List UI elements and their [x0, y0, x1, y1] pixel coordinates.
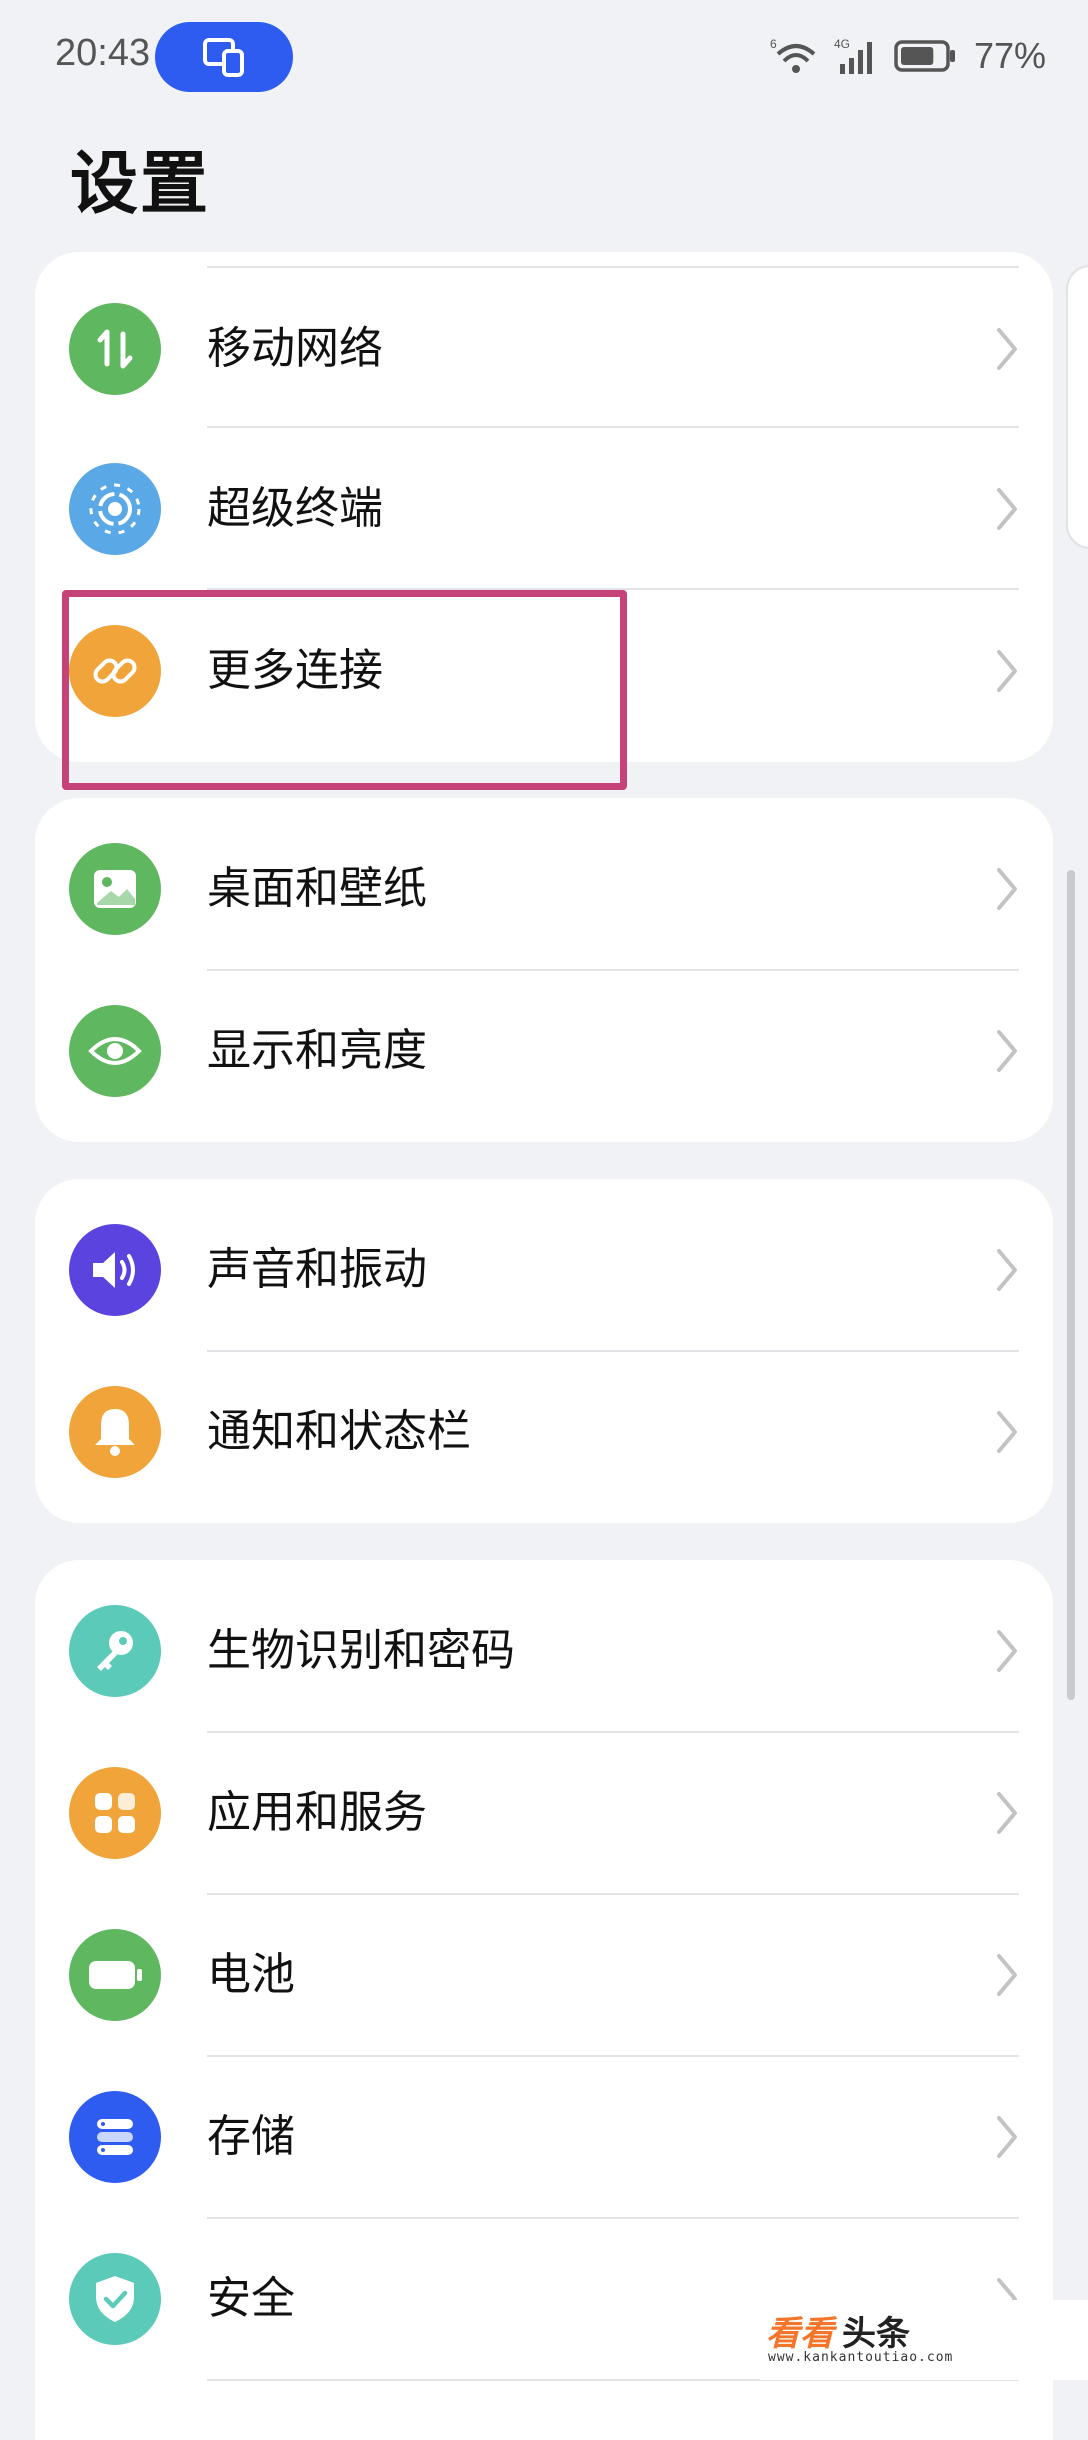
device-collaboration-pill[interactable]: [155, 22, 293, 92]
settings-item-label: 桌面和壁纸: [207, 863, 427, 914]
chevron-right-icon: [997, 868, 1017, 910]
settings-item-biometrics[interactable]: 生物识别和密码: [35, 1570, 1053, 1732]
chevron-right-icon: [997, 1249, 1017, 1291]
chevron-right-icon: [997, 2116, 1017, 2158]
chevron-right-icon: [997, 1954, 1017, 1996]
settings-group-display: 桌面和壁纸 显示和亮度: [35, 798, 1053, 1142]
settings-item-battery[interactable]: 电池: [35, 1894, 1053, 2056]
settings-item-sound-vibration[interactable]: 声音和振动: [35, 1189, 1053, 1351]
chevron-right-icon: [997, 328, 1017, 370]
wifi-badge: 6: [770, 37, 777, 51]
watermark-url: www.kankantoutiao.com: [768, 2350, 954, 2365]
highlight-annotation-box: [62, 590, 627, 790]
settings-item-notifications[interactable]: 通知和状态栏: [35, 1351, 1053, 1513]
side-panel-peek[interactable]: [1066, 265, 1088, 549]
network-type: 4G: [834, 37, 850, 51]
status-icons: 6 4G 77%: [770, 34, 1046, 78]
watermark-brand-part1: 看看: [766, 2314, 834, 2354]
wallpaper-icon: [69, 843, 161, 935]
settings-item-label: 声音和振动: [207, 1244, 427, 1295]
bell-icon: [69, 1386, 161, 1478]
settings-item-label: 电池: [207, 1949, 295, 2000]
settings-item-label: 超级终端: [207, 483, 383, 534]
scrollbar[interactable]: [1067, 870, 1075, 1700]
battery-percentage: 77%: [973, 35, 1046, 76]
settings-item-label: 通知和状态栏: [207, 1406, 471, 1457]
chevron-right-icon: [997, 1411, 1017, 1453]
chevron-right-icon: [997, 650, 1017, 692]
chevron-right-icon: [997, 1030, 1017, 1072]
status-time: 20:43: [55, 32, 151, 74]
wifi-icon: 6: [770, 37, 816, 73]
settings-item-label: 生物识别和密码: [207, 1625, 515, 1676]
settings-group-sound: 声音和振动 通知和状态栏: [35, 1179, 1053, 1523]
settings-item-wallpaper[interactable]: 桌面和壁纸: [35, 808, 1053, 970]
chevron-right-icon: [997, 1792, 1017, 1834]
settings-item-super-device[interactable]: 超级终端: [35, 428, 1053, 590]
eye-icon: [69, 1005, 161, 1097]
settings-item-label: 显示和亮度: [207, 1025, 427, 1076]
settings-item-apps-services[interactable]: 应用和服务: [35, 1732, 1053, 1894]
shield-icon: [69, 2253, 161, 2345]
page-title: 设置: [70, 145, 211, 224]
watermark-brand-part2: 头条: [842, 2314, 910, 2354]
settings-item-label: 存储: [207, 2111, 295, 2162]
storage-icon: [69, 2091, 161, 2183]
watermark-logo: 看看 头条 www.kankantoutiao.com: [760, 2300, 1088, 2380]
settings-item-mobile-network[interactable]: 移动网络: [35, 268, 1053, 430]
multi-screen-icon: [203, 38, 244, 77]
speaker-icon: [69, 1224, 161, 1316]
cellular-signal-icon: 4G: [834, 37, 872, 74]
chevron-right-icon: [997, 1630, 1017, 1672]
super-device-icon: [69, 463, 161, 555]
settings-item-display-brightness[interactable]: 显示和亮度: [35, 970, 1053, 1132]
status-bar: 20:43 6 4G 77%: [0, 0, 1088, 110]
battery-status-icon: [894, 40, 955, 72]
settings-item-label: 应用和服务: [207, 1787, 427, 1838]
key-icon: [69, 1605, 161, 1697]
settings-item-label: 移动网络: [207, 323, 383, 374]
settings-item-label: 安全: [207, 2273, 295, 2324]
battery-icon: [69, 1929, 161, 2021]
settings-item-storage[interactable]: 存储: [35, 2056, 1053, 2218]
chevron-right-icon: [997, 488, 1017, 530]
mobile-data-icon: [69, 303, 161, 395]
apps-icon: [69, 1767, 161, 1859]
